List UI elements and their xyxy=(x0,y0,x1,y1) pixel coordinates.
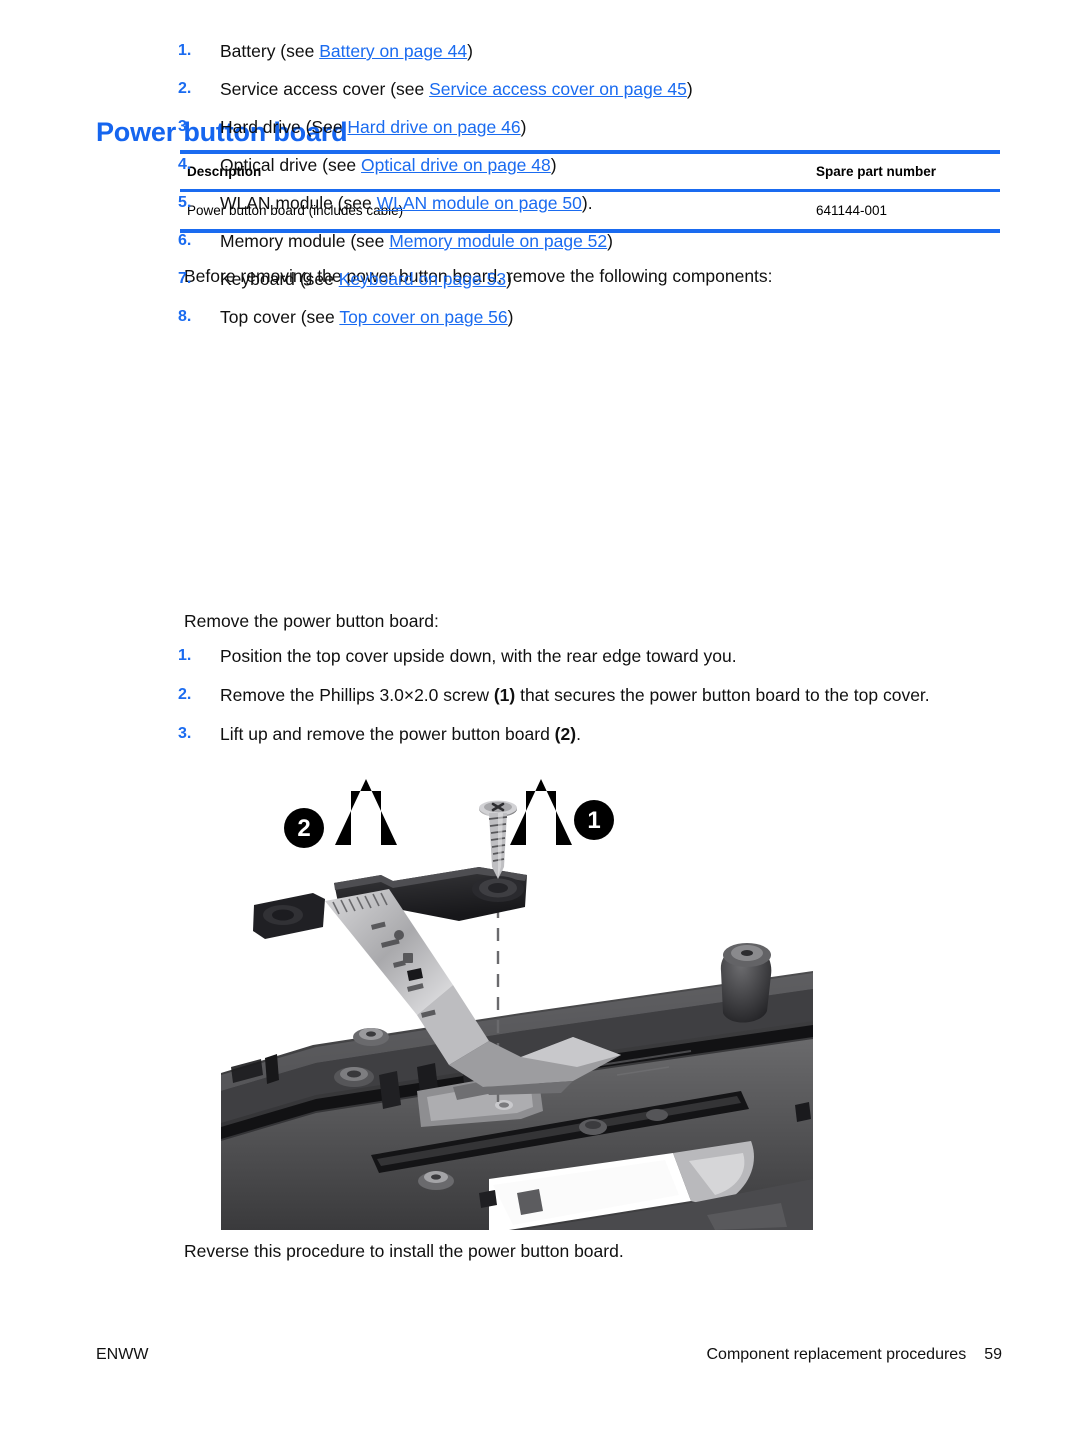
list-item-number: 1. xyxy=(178,42,192,59)
cross-reference-link[interactable]: Memory module on page 52 xyxy=(389,231,607,251)
list-item: 8. Top cover (see Top cover on page 56) xyxy=(178,306,513,329)
callout-badge-1-label: 1 xyxy=(587,807,600,834)
list-item-number: 7. xyxy=(178,270,192,287)
cross-reference-link[interactable]: Hard drive on page 46 xyxy=(347,117,520,137)
list-item: 2. Remove the Phillips 3.0×2.0 screw (1)… xyxy=(178,684,930,707)
list-item-text: WLAN module (see WLAN module on page 50)… xyxy=(220,192,593,215)
list-item-prefix: Keyboard (see xyxy=(220,269,339,289)
cell-spare-part-number: 641144-001 xyxy=(816,203,888,218)
list-item-prefix: Memory module (see xyxy=(220,231,390,251)
cross-reference-link[interactable]: Service access cover on page 45 xyxy=(429,79,687,99)
figure-image: 2 1 xyxy=(221,775,813,1230)
list-item-text: Keyboard (see Keyboard on page 53) xyxy=(220,268,512,291)
list-item: 4. Optical drive (see Optical drive on p… xyxy=(178,154,557,177)
cross-reference-link[interactable]: Optical drive on page 48 xyxy=(361,155,551,175)
list-item: 1. Battery (see Battery on page 44) xyxy=(178,40,473,63)
list-item-number: 8. xyxy=(178,308,192,325)
list-item-text: Lift up and remove the power button boar… xyxy=(220,723,581,746)
list-item-prefix: WLAN module (see xyxy=(220,193,377,213)
footer-page-number: 59 xyxy=(984,1346,1002,1363)
list-item-number: 6. xyxy=(178,232,192,249)
list-item: 3. Lift up and remove the power button b… xyxy=(178,723,581,746)
cross-reference-link[interactable]: Top cover on page 56 xyxy=(339,307,507,327)
footer-locale: ENWW xyxy=(96,1346,149,1363)
list-item: 2. Service access cover (see Service acc… xyxy=(178,78,693,101)
list-item-suffix: ) xyxy=(550,155,557,175)
list-item-suffix: ) xyxy=(520,117,527,137)
list-item-prefix: Optical drive (see xyxy=(220,155,362,175)
table-header-spare-part-number: Spare part number xyxy=(816,164,937,179)
list-item-prefix: Lift up and remove the power button boar… xyxy=(220,724,555,744)
list-item-suffix: ) xyxy=(507,307,514,327)
list-item-prefix: Service access cover (see xyxy=(220,79,430,99)
list-item-text: Battery (see Battery on page 44) xyxy=(220,40,473,63)
callout-badge-2: 2 xyxy=(284,808,324,848)
document-page: Power button board Description Spare par… xyxy=(0,0,1080,1437)
callout-badge-2-label: 2 xyxy=(297,815,310,842)
list-item-number: 3. xyxy=(178,725,192,742)
figure-power-button-board-removal: 2 1 xyxy=(221,775,813,1230)
list-item-number: 2. xyxy=(178,686,192,703)
list-item-text: Top cover (see Top cover on page 56) xyxy=(220,306,513,329)
list-item-text: Position the top cover upside down, with… xyxy=(220,645,737,668)
list-item-prefix: Hard drive (See xyxy=(220,117,348,137)
cross-reference-link[interactable]: Battery on page 44 xyxy=(319,41,467,61)
cross-reference-link[interactable]: Keyboard on page 53 xyxy=(339,269,506,289)
list-item-prefix: Top cover (see xyxy=(220,307,340,327)
footer-section-title: Component replacement procedures xyxy=(706,1346,967,1363)
list-item-suffix: . xyxy=(576,724,581,744)
list-item: 5. WLAN module (see WLAN module on page … xyxy=(178,192,593,215)
list-item-number: 3. xyxy=(178,118,192,135)
list-item-number: 1. xyxy=(178,647,192,664)
list-item: 3. Hard drive (See Hard drive on page 46… xyxy=(178,116,526,139)
list-item-callout-ref: (1) xyxy=(493,685,516,705)
list-item-suffix: ) xyxy=(607,231,613,251)
list-item: 6. Memory module (see Memory module on p… xyxy=(178,230,613,253)
footer-section-and-page: Component replacement procedures 59 xyxy=(707,1346,1003,1364)
list-item-callout-ref: (2) xyxy=(554,724,577,744)
list-item-text: Memory module (see Memory module on page… xyxy=(220,230,613,253)
list-item-number: 5. xyxy=(178,194,192,211)
procedure-intro: Remove the power button board: xyxy=(184,611,439,631)
list-item-suffix: ) xyxy=(467,41,473,61)
list-item-suffix: ). xyxy=(581,193,593,213)
list-item: 7. Keyboard (see Keyboard on page 53) xyxy=(178,268,512,291)
list-item-number: 4. xyxy=(178,156,192,173)
list-item-suffix: ) xyxy=(506,269,512,289)
list-item: 1. Position the top cover upside down, w… xyxy=(178,645,737,668)
list-item-prefix: Position the top cover upside down, with… xyxy=(220,646,737,666)
list-item-text: Service access cover (see Service access… xyxy=(220,78,693,101)
list-item-suffix: that secures the power button board to t… xyxy=(515,685,930,705)
list-item-text: Remove the Phillips 3.0×2.0 screw (1) th… xyxy=(220,684,930,707)
closing-paragraph: Reverse this procedure to install the po… xyxy=(184,1241,624,1261)
list-item-suffix: ) xyxy=(686,79,693,99)
callout-badge-1: 1 xyxy=(574,800,614,840)
list-item-number: 2. xyxy=(178,80,192,97)
list-item-prefix: Remove the Phillips 3.0×2.0 screw xyxy=(220,685,494,705)
list-item-text: Optical drive (see Optical drive on page… xyxy=(220,154,557,177)
list-item-prefix: Battery (see xyxy=(220,41,320,61)
list-item-text: Hard drive (See Hard drive on page 46) xyxy=(220,116,526,139)
cross-reference-link[interactable]: WLAN module on page 50 xyxy=(377,193,582,213)
